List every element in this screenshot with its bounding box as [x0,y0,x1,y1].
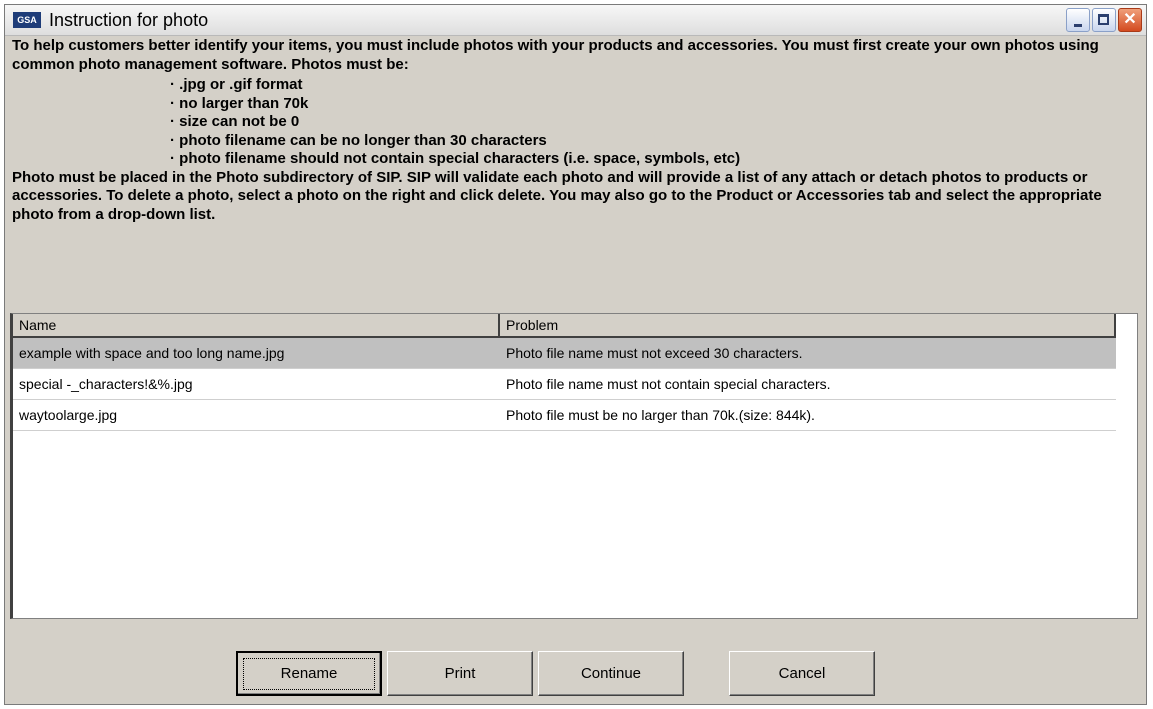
cell-name: waytoolarge.jpg [19,407,118,423]
requirement-item: · photo filename can be no longer than 3… [170,131,547,149]
requirement-item: · photo filename should not contain spec… [170,150,741,167]
instructions-outro: Photo must be placed in the Photo subdir… [12,168,1102,223]
title-bar[interactable]: GSA Instruction for photo ✕ [5,5,1146,36]
column-header-problem[interactable]: Problem [500,314,1116,336]
minimize-icon [1074,24,1082,27]
maximize-icon [1098,14,1109,25]
cell-problem: Photo file name must not contain special… [506,376,831,392]
table-row[interactable]: waytoolarge.jpg Photo file must be no la… [13,400,1116,431]
rename-button[interactable]: Rename [236,651,382,696]
requirement-item: · no larger than 70k [170,94,309,112]
rename-label: Rename [243,658,375,690]
maximize-button[interactable] [1092,8,1116,32]
continue-button[interactable]: Continue [538,651,684,696]
cell-problem: Photo file must be no larger than 70k.(s… [506,407,815,423]
close-button[interactable]: ✕ [1118,8,1142,32]
table-row[interactable]: special -_characters!&%.jpg Photo file n… [13,369,1116,400]
gsa-logo-icon: GSA [13,12,41,28]
table-row[interactable]: example with space and too long name.jpg… [13,338,1116,369]
column-header-name[interactable]: Name [13,314,500,336]
cell-problem: Photo file name must not exceed 30 chara… [506,345,803,361]
cell-name: example with space and too long name.jpg [19,345,285,361]
requirement-item: · size can not be 0 [170,113,300,130]
cancel-button[interactable]: Cancel [729,651,875,696]
photo-requirements-list: · .jpg or .gif format · no larger than 7… [12,76,1142,169]
instructions-text: To help customers better identify your i… [12,37,1142,224]
cell-name: special -_characters!&%.jpg [19,376,193,392]
button-bar: Rename Print Continue Cancel [10,619,1138,703]
minimize-button[interactable] [1066,8,1090,32]
table-header: Name Problem [13,314,1116,338]
instructions-intro: To help customers better identify your i… [12,37,1099,73]
photo-instruction-dialog: GSA Instruction for photo ✕ To help cust… [4,4,1147,705]
print-button[interactable]: Print [387,651,533,696]
close-icon: ✕ [1123,11,1137,28]
requirement-item: · .jpg or .gif format [170,76,303,93]
photo-problems-table[interactable]: Name Problem example with space and too … [10,313,1138,619]
window-title: Instruction for photo [49,10,209,30]
